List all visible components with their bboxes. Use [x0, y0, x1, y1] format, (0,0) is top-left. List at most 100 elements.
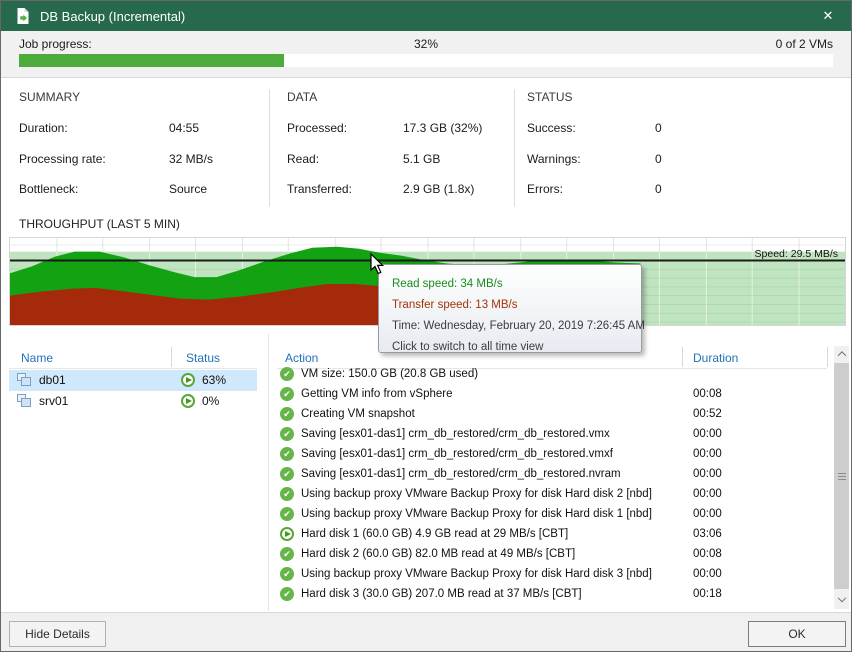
- tooltip-hint: Click to switch to all time view: [392, 337, 641, 358]
- action-duration: 00:08: [693, 384, 722, 404]
- action-row[interactable]: ✔ Saving [esx01-das1] crm_db_restored/cr…: [277, 424, 829, 444]
- stat-value: 0: [655, 182, 662, 196]
- action-row[interactable]: ✔ Saving [esx01-das1] crm_db_restored/cr…: [277, 444, 829, 464]
- scroll-thumb[interactable]: [834, 363, 849, 589]
- success-icon: ✔: [280, 447, 294, 461]
- action-duration: 00:00: [693, 484, 722, 504]
- stat-value: 04:55: [169, 121, 199, 135]
- action-row[interactable]: Hard disk 1 (60.0 GB) 4.9 GB read at 29 …: [277, 524, 829, 544]
- action-duration: 03:06: [693, 524, 722, 544]
- panel-separator: [514, 89, 515, 207]
- vm-status-percent: 63%: [202, 370, 226, 391]
- action-duration: 00:00: [693, 464, 722, 484]
- stat-value: 5.1 GB: [403, 152, 440, 166]
- success-icon: ✔: [280, 487, 294, 501]
- action-row[interactable]: ✔ Getting VM info from vSphere 00:08: [277, 384, 829, 404]
- panel-separator: [269, 89, 270, 207]
- success-icon: ✔: [280, 467, 294, 481]
- thumb-grip-icon: [838, 473, 846, 474]
- column-header-action[interactable]: Action: [285, 351, 318, 365]
- stat-label: Duration:: [19, 121, 68, 135]
- action-text: Hard disk 3 (30.0 GB) 207.0 MB read at 3…: [301, 584, 582, 604]
- success-icon: ✔: [280, 507, 294, 521]
- tooltip-read-speed: Read speed: 34 MB/s: [392, 274, 641, 295]
- progress-bar-fill: [19, 54, 284, 67]
- action-row[interactable]: ✔ Using backup proxy VMware Backup Proxy…: [277, 484, 829, 504]
- action-duration: 00:08: [693, 544, 722, 564]
- column-header-name[interactable]: Name: [21, 351, 53, 365]
- action-row[interactable]: ✔ Hard disk 3 (30.0 GB) 207.0 MB read at…: [277, 584, 829, 604]
- scroll-up-button[interactable]: [834, 346, 849, 362]
- action-text: Using backup proxy VMware Backup Proxy f…: [301, 564, 652, 584]
- success-icon: ✔: [280, 567, 294, 581]
- in-progress-icon: [181, 373, 195, 387]
- column-header-status[interactable]: Status: [186, 351, 220, 365]
- action-duration: 00:00: [693, 444, 722, 464]
- vm-name: srv01: [39, 391, 68, 412]
- vm-status-percent: 0%: [202, 391, 219, 412]
- stat-label: Success:: [527, 121, 576, 135]
- progress-bar: [19, 54, 833, 67]
- stat-value: 0: [655, 152, 662, 166]
- summary-heading: SUMMARY: [19, 90, 80, 104]
- stat-label: Warnings:: [527, 152, 581, 166]
- action-text: Using backup proxy VMware Backup Proxy f…: [301, 504, 652, 524]
- pane-separator: [268, 334, 269, 611]
- action-text: Creating VM snapshot: [301, 404, 415, 424]
- stat-value: 17.3 GB (32%): [403, 121, 482, 135]
- in-progress-icon: [181, 394, 195, 408]
- vm-row[interactable]: db01 63%: [9, 370, 257, 391]
- scrollbar[interactable]: [834, 346, 849, 609]
- mouse-cursor-icon: [370, 253, 386, 275]
- chevron-down-icon: [837, 594, 845, 602]
- action-row[interactable]: ✔ Hard disk 2 (60.0 GB) 82.0 MB read at …: [277, 544, 829, 564]
- action-text: Hard disk 2 (60.0 GB) 82.0 MB read at 49…: [301, 544, 575, 564]
- action-text: Getting VM info from vSphere: [301, 384, 452, 404]
- ok-button[interactable]: OK: [748, 621, 846, 647]
- hide-details-button[interactable]: Hide Details: [9, 621, 106, 647]
- stat-value: 2.9 GB (1.8x): [403, 182, 474, 196]
- stat-value: 0: [655, 121, 662, 135]
- tooltip-transfer-speed: Transfer speed: 13 MB/s: [392, 295, 641, 316]
- throughput-heading: THROUGHPUT (LAST 5 MIN): [19, 217, 180, 231]
- action-duration: 00:00: [693, 564, 722, 584]
- title-bar: DB Backup (Incremental) ✕: [1, 1, 851, 31]
- action-text: Saving [esx01-das1] crm_db_restored/crm_…: [301, 424, 610, 444]
- vm-icon: [17, 373, 32, 387]
- chart-tooltip: Read speed: 34 MB/s Transfer speed: 13 M…: [378, 264, 642, 353]
- action-row[interactable]: ✔ Saving [esx01-das1] crm_db_restored/cr…: [277, 464, 829, 484]
- vm-row[interactable]: srv01 0%: [9, 391, 257, 412]
- job-progress-dialog: DB Backup (Incremental) ✕ Job progress: …: [0, 0, 852, 652]
- footer: Hide Details OK: [1, 612, 851, 652]
- chevron-up-icon: [837, 351, 845, 359]
- action-text: Hard disk 1 (60.0 GB) 4.9 GB read at 29 …: [301, 524, 568, 544]
- action-duration: 00:00: [693, 504, 722, 524]
- stat-label: Processing rate:: [19, 152, 106, 166]
- vm-icon: [17, 394, 32, 408]
- stat-label: Processed:: [287, 121, 347, 135]
- action-text: Saving [esx01-das1] crm_db_restored/crm_…: [301, 444, 613, 464]
- column-header-duration[interactable]: Duration: [693, 351, 738, 365]
- stat-value: Source: [169, 182, 207, 196]
- stat-label: Transferred:: [287, 182, 352, 196]
- data-heading: DATA: [287, 90, 317, 104]
- header-underline: [9, 368, 257, 369]
- action-row[interactable]: ✔ Using backup proxy VMware Backup Proxy…: [277, 504, 829, 524]
- action-row[interactable]: ✔ VM size: 150.0 GB (20.8 GB used): [277, 364, 829, 384]
- action-text: VM size: 150.0 GB (20.8 GB used): [301, 364, 478, 384]
- tooltip-time: Time: Wednesday, February 20, 2019 7:26:…: [392, 316, 641, 337]
- status-heading: STATUS: [527, 90, 573, 104]
- backup-job-icon: [14, 7, 32, 25]
- action-duration: 00:52: [693, 404, 722, 424]
- action-row[interactable]: ✔ Using backup proxy VMware Backup Proxy…: [277, 564, 829, 584]
- close-button[interactable]: ✕: [811, 1, 845, 31]
- speed-marker-label: Speed: 29.5 MB/s: [755, 248, 838, 260]
- scroll-down-button[interactable]: [834, 593, 849, 609]
- stat-label: Read:: [287, 152, 319, 166]
- in-progress-icon: [280, 527, 294, 541]
- success-icon: ✔: [280, 427, 294, 441]
- success-icon: ✔: [280, 367, 294, 381]
- action-row[interactable]: ✔ Creating VM snapshot 00:52: [277, 404, 829, 424]
- job-progress-percent: 32%: [1, 37, 851, 51]
- action-text: Saving [esx01-das1] crm_db_restored/crm_…: [301, 464, 621, 484]
